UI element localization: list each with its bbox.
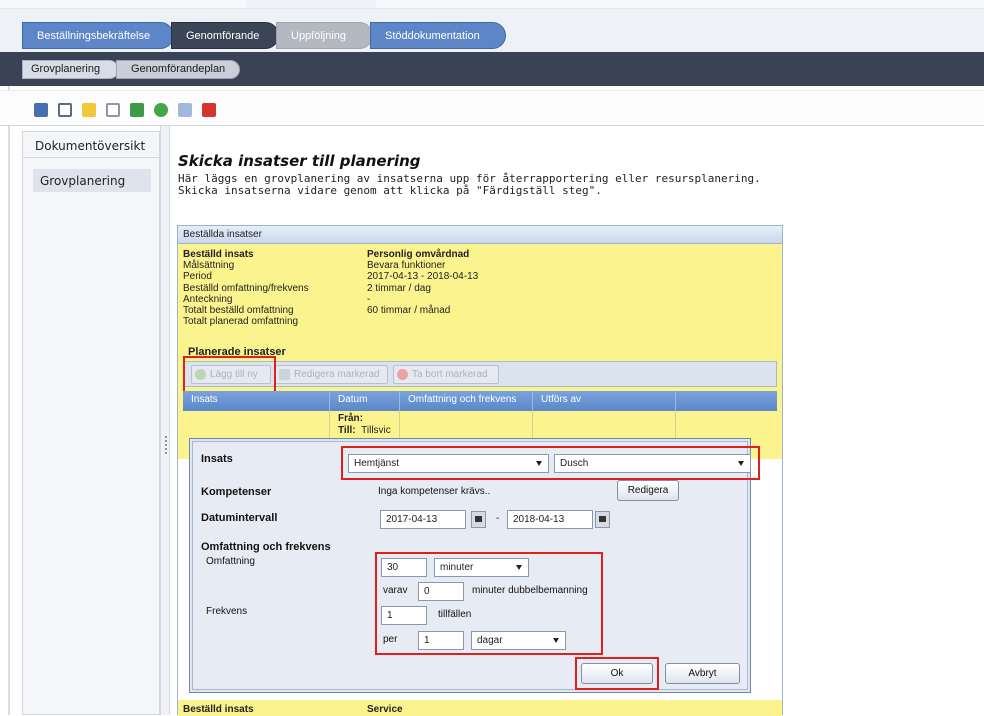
toolbar <box>0 90 984 126</box>
to-value: Tillsvic <box>361 425 391 436</box>
splitter[interactable] <box>160 126 170 715</box>
column-utfors-av[interactable]: Utförs av <box>533 391 676 411</box>
detail-value: 2017-04-13 - 2018-04-13 <box>367 271 479 283</box>
grip-icon <box>165 436 167 454</box>
description-line: Skicka insatserna vidare genom att klick… <box>178 184 602 197</box>
frekvens-label: Frekvens <box>206 606 248 617</box>
highlight-box <box>575 657 659 690</box>
highlight-box <box>375 552 603 655</box>
detail-label: Period <box>183 271 212 283</box>
detail-labels: Beställd insats Målsättning Period Bestä… <box>183 249 309 327</box>
detail-value: Bevara funktioner <box>367 260 446 272</box>
document-overview-panel: Dokumentöversikt Grovplanering <box>22 131 160 715</box>
date-to-input[interactable]: 2018-04-13 <box>507 510 593 529</box>
subtab-genomforandeplan[interactable]: Genomförandeplan <box>116 60 240 79</box>
edit-selected-label: Redigera markerad <box>294 369 380 380</box>
edit-selected-button[interactable]: Redigera markerad <box>275 365 388 384</box>
tab-bestallningsbekraftelse[interactable]: Beställningsbekräftelse <box>22 22 174 49</box>
detail-values: Personlig omvårdnad Bevara funktioner 20… <box>367 249 478 316</box>
highlight-box <box>341 446 760 480</box>
next-service-label: Beställd insats <box>183 704 254 715</box>
to-line: Till: Tillsvic <box>338 425 399 437</box>
detail-label: Anteckning <box>183 293 233 305</box>
edit-icon <box>279 369 290 380</box>
document-icon[interactable] <box>58 103 72 117</box>
kompetenser-label: Kompetenser <box>201 486 272 498</box>
insats-label: Insats <box>201 453 233 465</box>
detail-value: Personlig omvårdnad <box>367 249 470 260</box>
sub-tab-bar: Grovplanering Genomförandeplan <box>0 52 984 86</box>
subtab-grovplanering[interactable]: Grovplanering <box>22 60 119 79</box>
page-title: Skicka insatser till planering <box>178 152 421 170</box>
from-label: Från: <box>338 413 363 424</box>
omfattning-frekvens-header: Omfattning och frekvens <box>201 541 331 553</box>
detail-label: Totalt planerad omfattning <box>183 316 299 328</box>
page-description: Här läggs en grovplanering av insatserna… <box>178 173 761 197</box>
next-service-row: Beställd insats Service <box>178 700 782 716</box>
panel-header: Beställda insatser <box>178 226 782 244</box>
calendar-icon[interactable] <box>471 511 486 528</box>
cancel-button[interactable]: Avbryt <box>665 663 740 684</box>
service-details: Beställd insats Målsättning Period Bestä… <box>178 244 782 459</box>
folder-icon[interactable] <box>82 103 96 117</box>
redigera-button[interactable]: Redigera <box>617 480 679 501</box>
detail-value: - <box>367 293 371 305</box>
highlight-box <box>183 356 276 394</box>
detail-label: Målsättning <box>183 260 235 272</box>
panel-header: Dokumentöversikt <box>23 132 159 158</box>
detail-label: Beställd insats <box>183 249 254 260</box>
next-service-value: Service <box>367 704 403 715</box>
ordered-services-panel: Beställda insatser Beställd insats Målsä… <box>177 225 783 716</box>
column-insats[interactable]: Insats <box>183 391 330 411</box>
main-tab-bar: Beställningsbekräftelse Genomförande Upp… <box>0 9 984 52</box>
tab-genomforande[interactable]: Genomförande <box>171 22 279 49</box>
sidebar-item-grovplanering[interactable]: Grovplanering <box>33 169 151 192</box>
to-label: Till: <box>338 425 356 436</box>
detail-label: Beställd omfattning/frekvens <box>183 282 309 294</box>
planned-table-header: Insats Datum Omfattning och frekvens Utf… <box>183 391 777 411</box>
date-from-input[interactable]: 2017-04-13 <box>380 510 466 529</box>
detail-value: 2 timmar / dag <box>367 282 431 294</box>
column-datum[interactable]: Datum <box>330 391 400 411</box>
save-icon[interactable] <box>34 103 48 117</box>
refresh-icon[interactable] <box>130 103 144 117</box>
planned-service-editor: Insats Hemtjänst Dusch Kompetenser Inga … <box>189 438 760 693</box>
column-omfattning[interactable]: Omfattning och frekvens <box>400 391 533 411</box>
top-strip <box>0 0 984 9</box>
editor-body: Insats Hemtjänst Dusch Kompetenser Inga … <box>192 441 760 690</box>
omfattning-label: Omfattning <box>206 556 255 567</box>
calendar-icon[interactable] <box>595 511 610 528</box>
remove-selected-label: Ta bort markerad <box>412 369 488 380</box>
datum-label: Datumintervall <box>201 512 278 524</box>
tab-stoddokumentation[interactable]: Stöddokumentation <box>370 22 506 49</box>
detail-label: Totalt beställd omfattning <box>183 305 294 317</box>
mail-icon[interactable] <box>106 103 120 117</box>
calendar-icon[interactable] <box>202 103 216 117</box>
check-icon[interactable] <box>154 103 168 117</box>
detail-value: 60 timmar / månad <box>367 305 451 317</box>
remove-selected-button[interactable]: Ta bort markerad <box>393 365 499 384</box>
kompetenser-value: Inga kompetenser krävs.. <box>378 486 491 497</box>
spellcheck-icon[interactable] <box>178 103 192 117</box>
date-separator: - <box>496 513 500 524</box>
tab-uppfoljning[interactable]: Uppföljning <box>276 22 373 49</box>
remove-icon <box>397 369 408 380</box>
